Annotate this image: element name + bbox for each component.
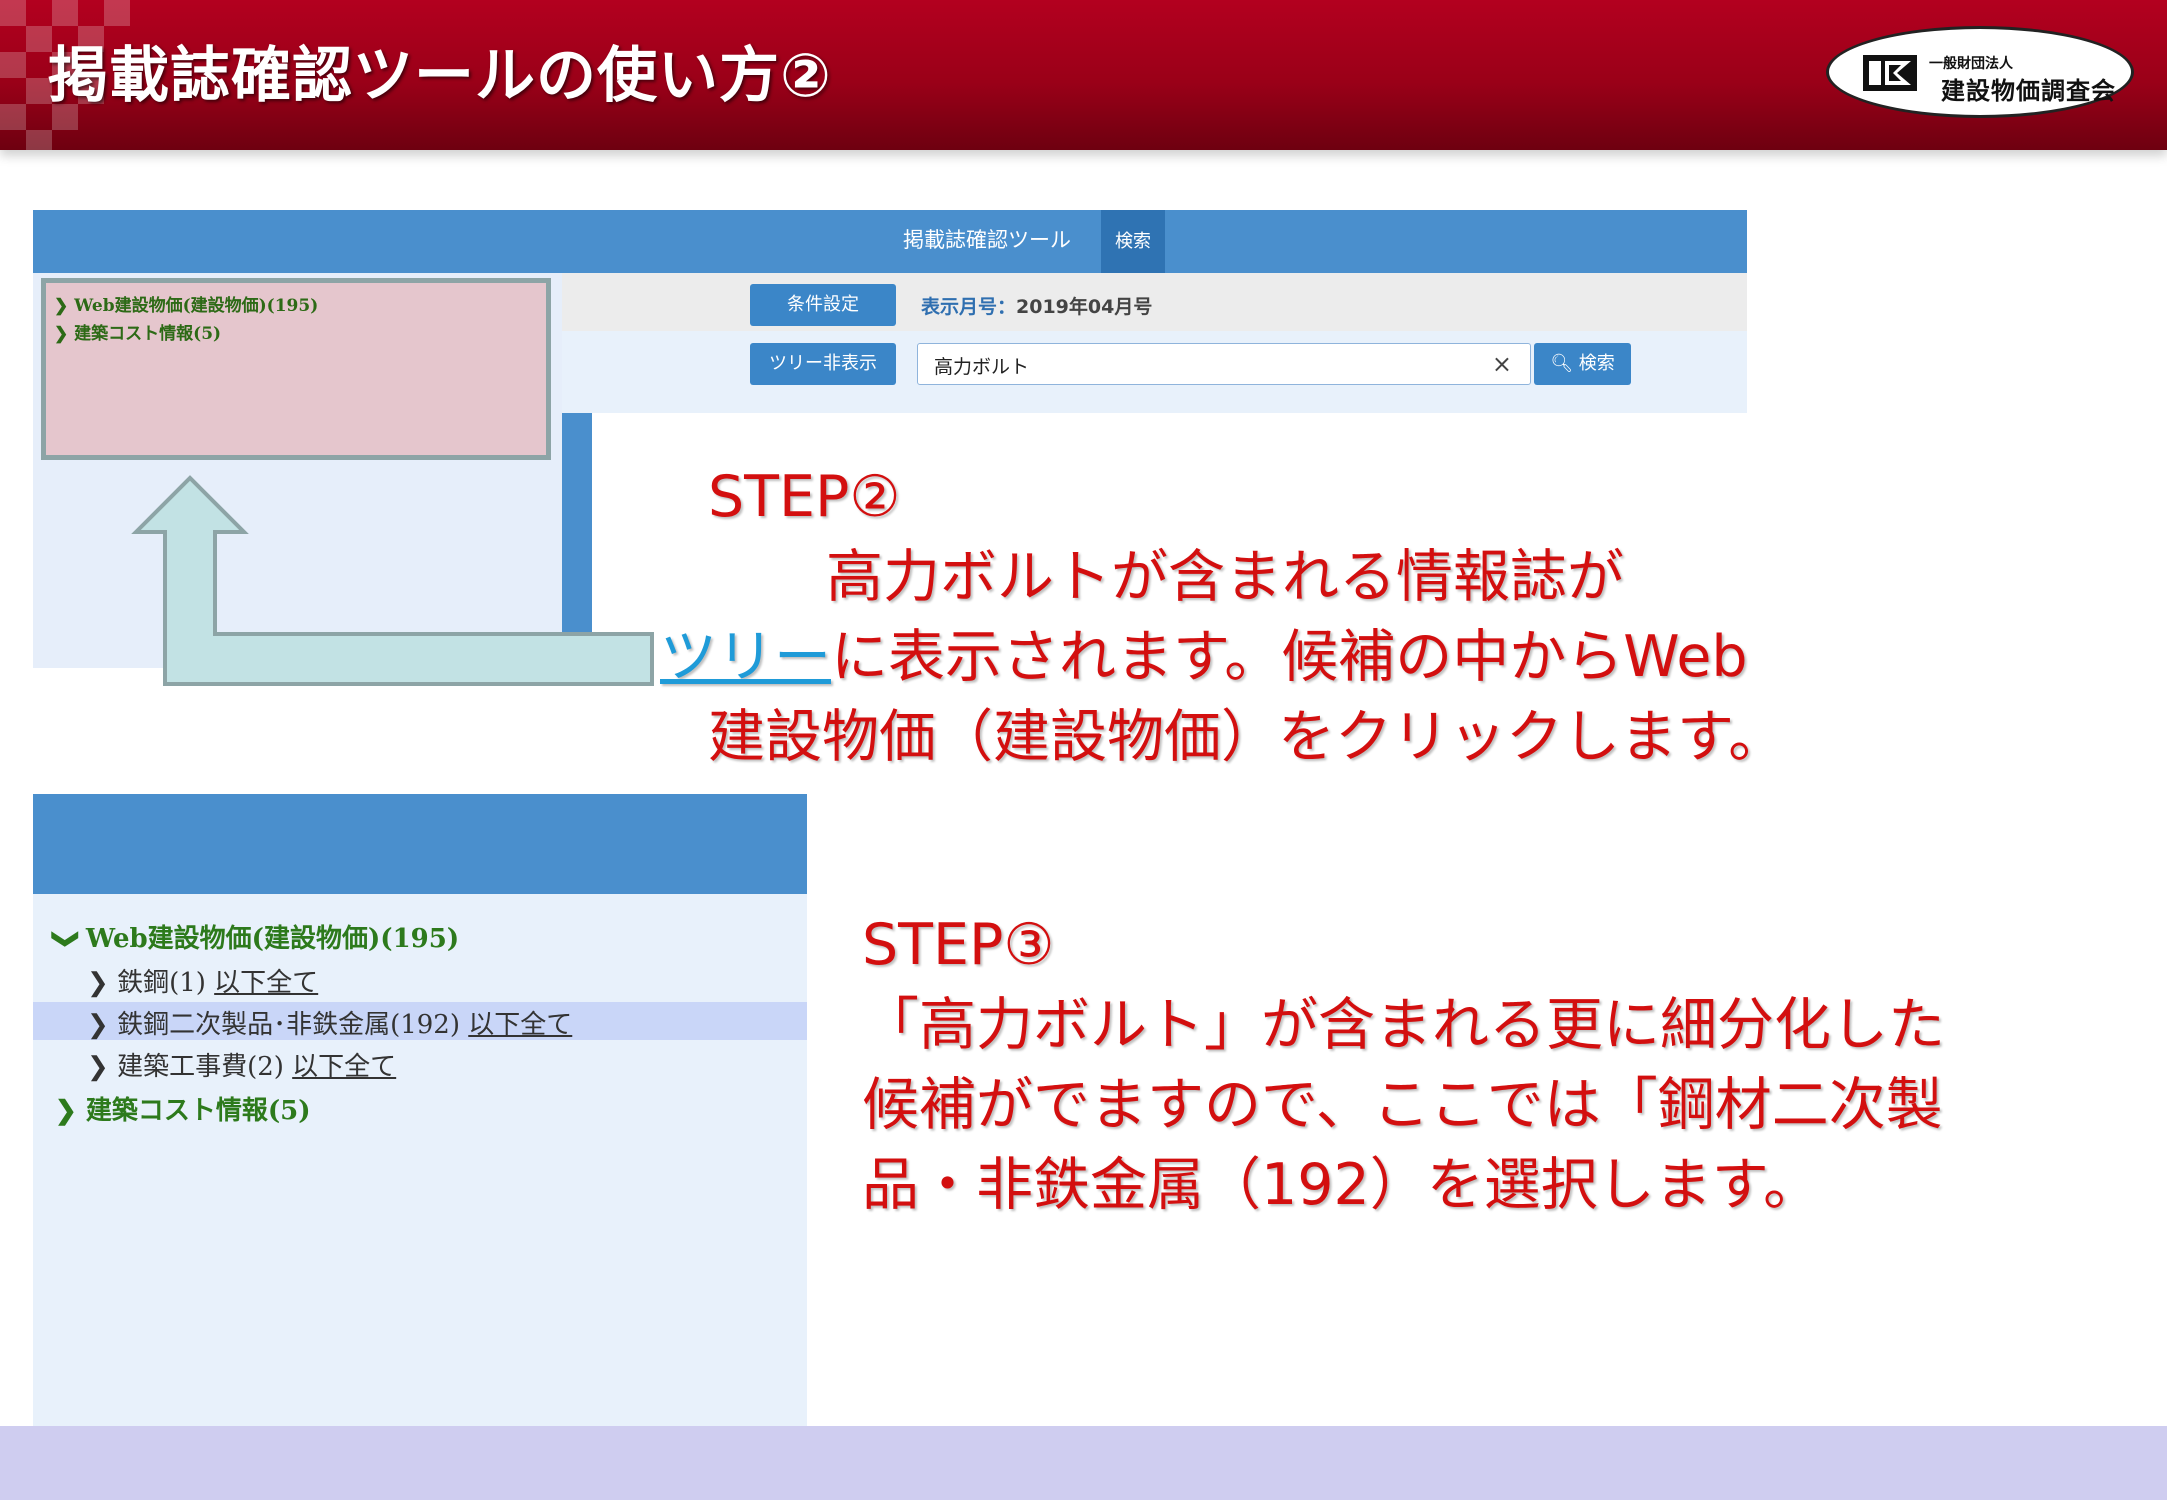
month-label: 表示月号： <box>921 296 1017 318</box>
logo-subtitle: 一般財団法人 <box>1929 56 2013 72</box>
select-all-link[interactable]: 以下全て <box>292 1052 396 1082</box>
footer-band <box>0 1426 2167 1500</box>
step3-line1: 「高力ボルト」が含まれる更に細分化した <box>862 992 1945 1058</box>
chevron-right-icon: ❯ <box>87 968 109 998</box>
screenshot-expanded-tree: ❯ Web建設物価(建設物価)(195) ❯ 鉄鋼(1) 以下全て ❯ 鉄鋼二次… <box>33 794 807 1452</box>
tree-item-kenchiku-cost[interactable]: ❯ 建築コスト情報(5) <box>54 319 221 344</box>
title-banner: 掲載誌確認ツールの使い方② 一般財団法人 建設物価調査会 <box>0 0 2167 150</box>
chevron-right-icon: ❯ <box>54 324 75 344</box>
search-input-value: 高力ボルト <box>934 356 1030 378</box>
step2-line1: 高力ボルトが含まれる情報誌が <box>826 544 1624 610</box>
chevron-right-icon: ❯ <box>54 296 75 316</box>
tree-item-web-kensetsu-bukka[interactable]: ❯ Web建設物価(建設物価)(195) <box>51 918 459 955</box>
select-all-link[interactable]: 以下全て <box>214 968 318 998</box>
tree-link[interactable]: ツリー <box>660 624 831 690</box>
condition-row <box>562 273 1747 331</box>
step2-line3: 建設物価（建設物価）をクリックします。 <box>708 704 1786 770</box>
step2-line2: ツリーに表示されます。候補の中からWeb <box>660 624 1748 690</box>
chevron-right-icon: ❯ <box>55 1096 77 1126</box>
logo-name: 建設物価調査会 <box>1941 77 2116 105</box>
tree-item-web-kensetsu-bukka[interactable]: ❯ Web建設物価(建設物価)(195) <box>54 291 318 316</box>
logo-mark-icon <box>1863 55 1917 91</box>
hide-tree-button[interactable]: ツリー非表示 <box>750 343 896 385</box>
pointer-arrow-icon <box>131 475 654 686</box>
tree-highlight-box: ❯ Web建設物価(建設物価)(195) ❯ 建築コスト情報(5) <box>41 278 551 460</box>
clear-icon[interactable]: × <box>1492 350 1512 378</box>
slide-title: 掲載誌確認ツールの使い方② <box>48 41 832 111</box>
app-title: 掲載誌確認ツール <box>903 228 1071 252</box>
step3-line3: 品・非鉄金属（192）を選択します。 <box>862 1152 1821 1218</box>
condition-settings-button[interactable]: 条件設定 <box>750 284 896 326</box>
step3-heading: STEP③ <box>862 912 1055 978</box>
organization-logo: 一般財団法人 建設物価調査会 <box>1826 26 2134 118</box>
app-topbar <box>33 794 807 894</box>
tree-item-kenchiku-kojihi[interactable]: ❯ 建築工事費(2) 以下全て <box>87 1046 396 1083</box>
chevron-right-icon: ❯ <box>87 1010 109 1040</box>
tree-item-tekko[interactable]: ❯ 鉄鋼(1) 以下全て <box>87 962 318 999</box>
display-month: 表示月号：2019年04月号 <box>921 292 1152 319</box>
month-value: 2019年04月号 <box>1016 296 1153 318</box>
step2-heading: STEP② <box>708 464 901 530</box>
step3-line2: 候補がでますので、ここでは「鋼材二次製 <box>862 1072 1943 1138</box>
search-input[interactable]: 高力ボルト × <box>917 343 1531 385</box>
select-all-link[interactable]: 以下全て <box>468 1010 572 1040</box>
chevron-right-icon: ❯ <box>87 1052 109 1082</box>
app-topbar <box>33 210 1747 273</box>
tree-item-tekko-niji-seihin[interactable]: ❯ 鉄鋼二次製品･非鉄金属(192) 以下全て <box>87 1004 572 1041</box>
chevron-down-icon: ❯ <box>50 928 81 950</box>
search-icon: 🔍︎ <box>1550 353 1574 374</box>
tab-search[interactable]: 検索 <box>1101 210 1165 273</box>
search-button[interactable]: 🔍︎ 検索 <box>1534 343 1631 385</box>
tree-item-kenchiku-cost[interactable]: ❯ 建築コスト情報(5) <box>55 1090 311 1127</box>
